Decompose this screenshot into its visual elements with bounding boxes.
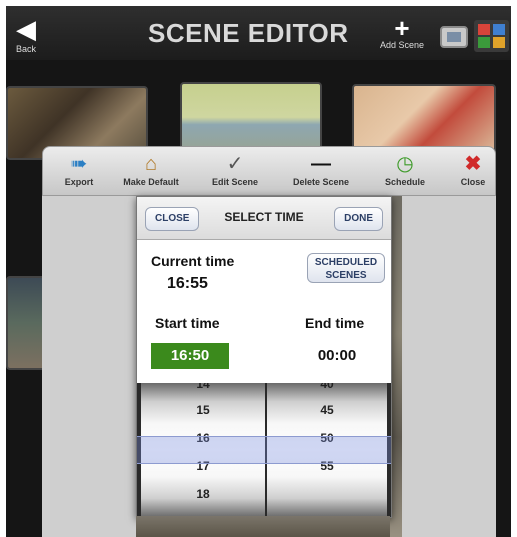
minute-option[interactable]: 40 <box>267 383 387 397</box>
start-time-label: Start time <box>155 315 220 331</box>
grid-cell <box>478 24 490 35</box>
close-icon: ✖ <box>464 153 482 175</box>
minute-option[interactable]: 45 <box>267 397 387 423</box>
add-scene-label: Add Scene <box>379 40 425 50</box>
export-icon: ➠ <box>70 153 88 175</box>
header-bar: ◀ Back SCENE EDITOR + Add Scene <box>6 6 511 60</box>
make-default-button[interactable]: ⌂ Make Default <box>111 151 191 187</box>
app-screen: ◀ Back SCENE EDITOR + Add Scene ➠ Export… <box>6 6 511 537</box>
delete-scene-label: Delete Scene <box>292 177 350 187</box>
end-time-value[interactable]: 00:00 <box>297 343 377 369</box>
current-time-label: Current time <box>151 253 235 269</box>
dialog-header: CLOSE SELECT TIME DONE <box>137 197 391 240</box>
hour-option[interactable]: 14 <box>141 383 265 397</box>
close-toolbar-button[interactable]: ✖ Close <box>433 151 511 187</box>
scheduled-scenes-button[interactable]: SCHEDULED SCENES <box>307 253 385 283</box>
picker-selection-band <box>137 436 391 464</box>
grid-cell <box>493 37 505 48</box>
back-label: Back <box>15 44 36 54</box>
add-scene-button[interactable]: + Add Scene <box>372 13 432 50</box>
back-button[interactable]: ◀ Back <box>10 16 42 56</box>
end-time-label: End time <box>305 315 365 331</box>
time-picker: 14 15 16 17 18 40 45 50 55 <box>137 383 391 517</box>
done-button[interactable]: DONE <box>334 207 383 231</box>
current-time-value: 16:55 <box>167 275 208 292</box>
delete-scene-button[interactable]: — Delete Scene <box>281 151 361 187</box>
select-time-dialog: CLOSE SELECT TIME DONE Current time 16:5… <box>136 196 392 518</box>
plus-icon: + <box>394 13 410 43</box>
make-default-label: Make Default <box>123 177 179 187</box>
hour-option[interactable]: 15 <box>141 397 265 423</box>
list-view-toggle-icon[interactable] <box>440 26 468 48</box>
page-title: SCENE EDITOR <box>148 18 349 48</box>
house-icon: ⌂ <box>144 153 158 175</box>
edit-scene-label: Edit Scene <box>211 177 258 187</box>
scene-photo-strip <box>136 516 390 537</box>
edit-scene-button[interactable]: ✓ Edit Scene <box>195 151 275 187</box>
grid-cell <box>478 37 490 48</box>
grid-view-toggle-icon[interactable] <box>474 20 509 52</box>
export-label: Export <box>64 177 94 187</box>
minus-icon: — <box>311 153 331 175</box>
wrench-icon: ✓ <box>226 153 244 175</box>
close-label: Close <box>460 177 486 187</box>
back-arrow-icon: ◀ <box>16 14 36 44</box>
export-button[interactable]: ➠ Export <box>39 151 119 187</box>
scene-toolbar: ➠ Export ⌂ Make Default ✓ Edit Scene — D… <box>42 146 496 196</box>
hour-option[interactable]: 18 <box>141 481 265 507</box>
start-time-value[interactable]: 16:50 <box>151 343 229 369</box>
grid-cell <box>493 24 505 35</box>
